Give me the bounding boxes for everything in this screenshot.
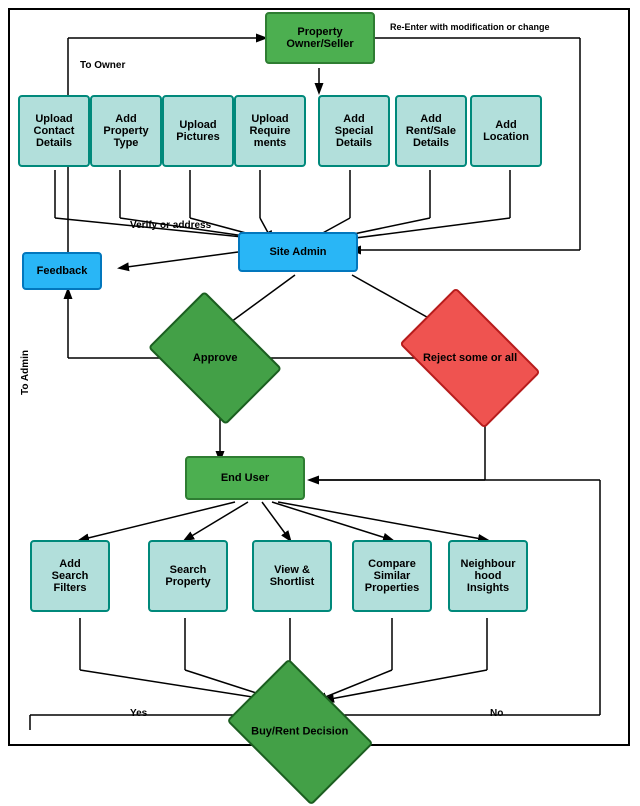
upload-requirements-node: Upload Require ments (234, 95, 306, 167)
add-rent-sale-label: Add Rent/Sale Details (406, 113, 456, 149)
yes-label: Yes (130, 708, 147, 719)
add-special-node: Add Special Details (318, 95, 390, 167)
add-property-label: Add Property Type (103, 113, 148, 149)
search-property-label: Search Property (165, 564, 210, 588)
re-enter-label: Re-Enter with modification or change (390, 22, 550, 32)
end-user-label: End User (221, 472, 269, 484)
approve-label: Approve (193, 352, 238, 364)
to-admin-label: To Admin (20, 350, 31, 395)
site-admin-label: Site Admin (269, 246, 326, 258)
add-location-label: Add Location (483, 119, 529, 143)
compare-similar-label: Compare Similar Properties (365, 558, 419, 594)
reject-label: Reject some or all (423, 352, 517, 364)
neighbourhood-label: Neighbour hood Insights (461, 558, 516, 594)
add-property-node: Add Property Type (90, 95, 162, 167)
neighbourhood-node: Neighbour hood Insights (448, 540, 528, 612)
reject-diamond: Reject some or all (410, 318, 530, 398)
view-shortlist-label: View & Shortlist (270, 564, 315, 588)
no-label: No (490, 708, 503, 719)
view-shortlist-node: View & Shortlist (252, 540, 332, 612)
upload-pictures-node: Upload Pictures (162, 95, 234, 167)
add-search-filters-node: Add Search Filters (30, 540, 110, 612)
upload-contact-node: Upload Contact Details (18, 95, 90, 167)
buy-rent-label: Buy/Rent Decision (251, 726, 348, 738)
add-rent-sale-node: Add Rent/Sale Details (395, 95, 467, 167)
add-search-filters-label: Add Search Filters (52, 558, 89, 594)
property-owner-node: Property Owner/Seller (265, 12, 375, 64)
search-property-node: Search Property (148, 540, 228, 612)
end-user-node: End User (185, 456, 305, 500)
property-owner-label: Property Owner/Seller (286, 26, 353, 50)
compare-similar-node: Compare Similar Properties (352, 540, 432, 612)
buy-rent-diamond: Buy/Rent Decision (240, 688, 360, 776)
approve-diamond: Approve (160, 318, 270, 398)
upload-requirements-label: Upload Require ments (250, 113, 291, 149)
feedback-node: Feedback (22, 252, 102, 290)
upload-contact-label: Upload Contact Details (34, 113, 75, 149)
to-owner-label: To Owner (80, 60, 125, 71)
upload-pictures-label: Upload Pictures (176, 119, 219, 143)
site-admin-node: Site Admin (238, 232, 358, 272)
add-location-node: Add Location (470, 95, 542, 167)
verify-address-label: Verify or address (130, 220, 211, 231)
add-special-label: Add Special Details (335, 113, 374, 149)
feedback-label: Feedback (37, 265, 88, 277)
